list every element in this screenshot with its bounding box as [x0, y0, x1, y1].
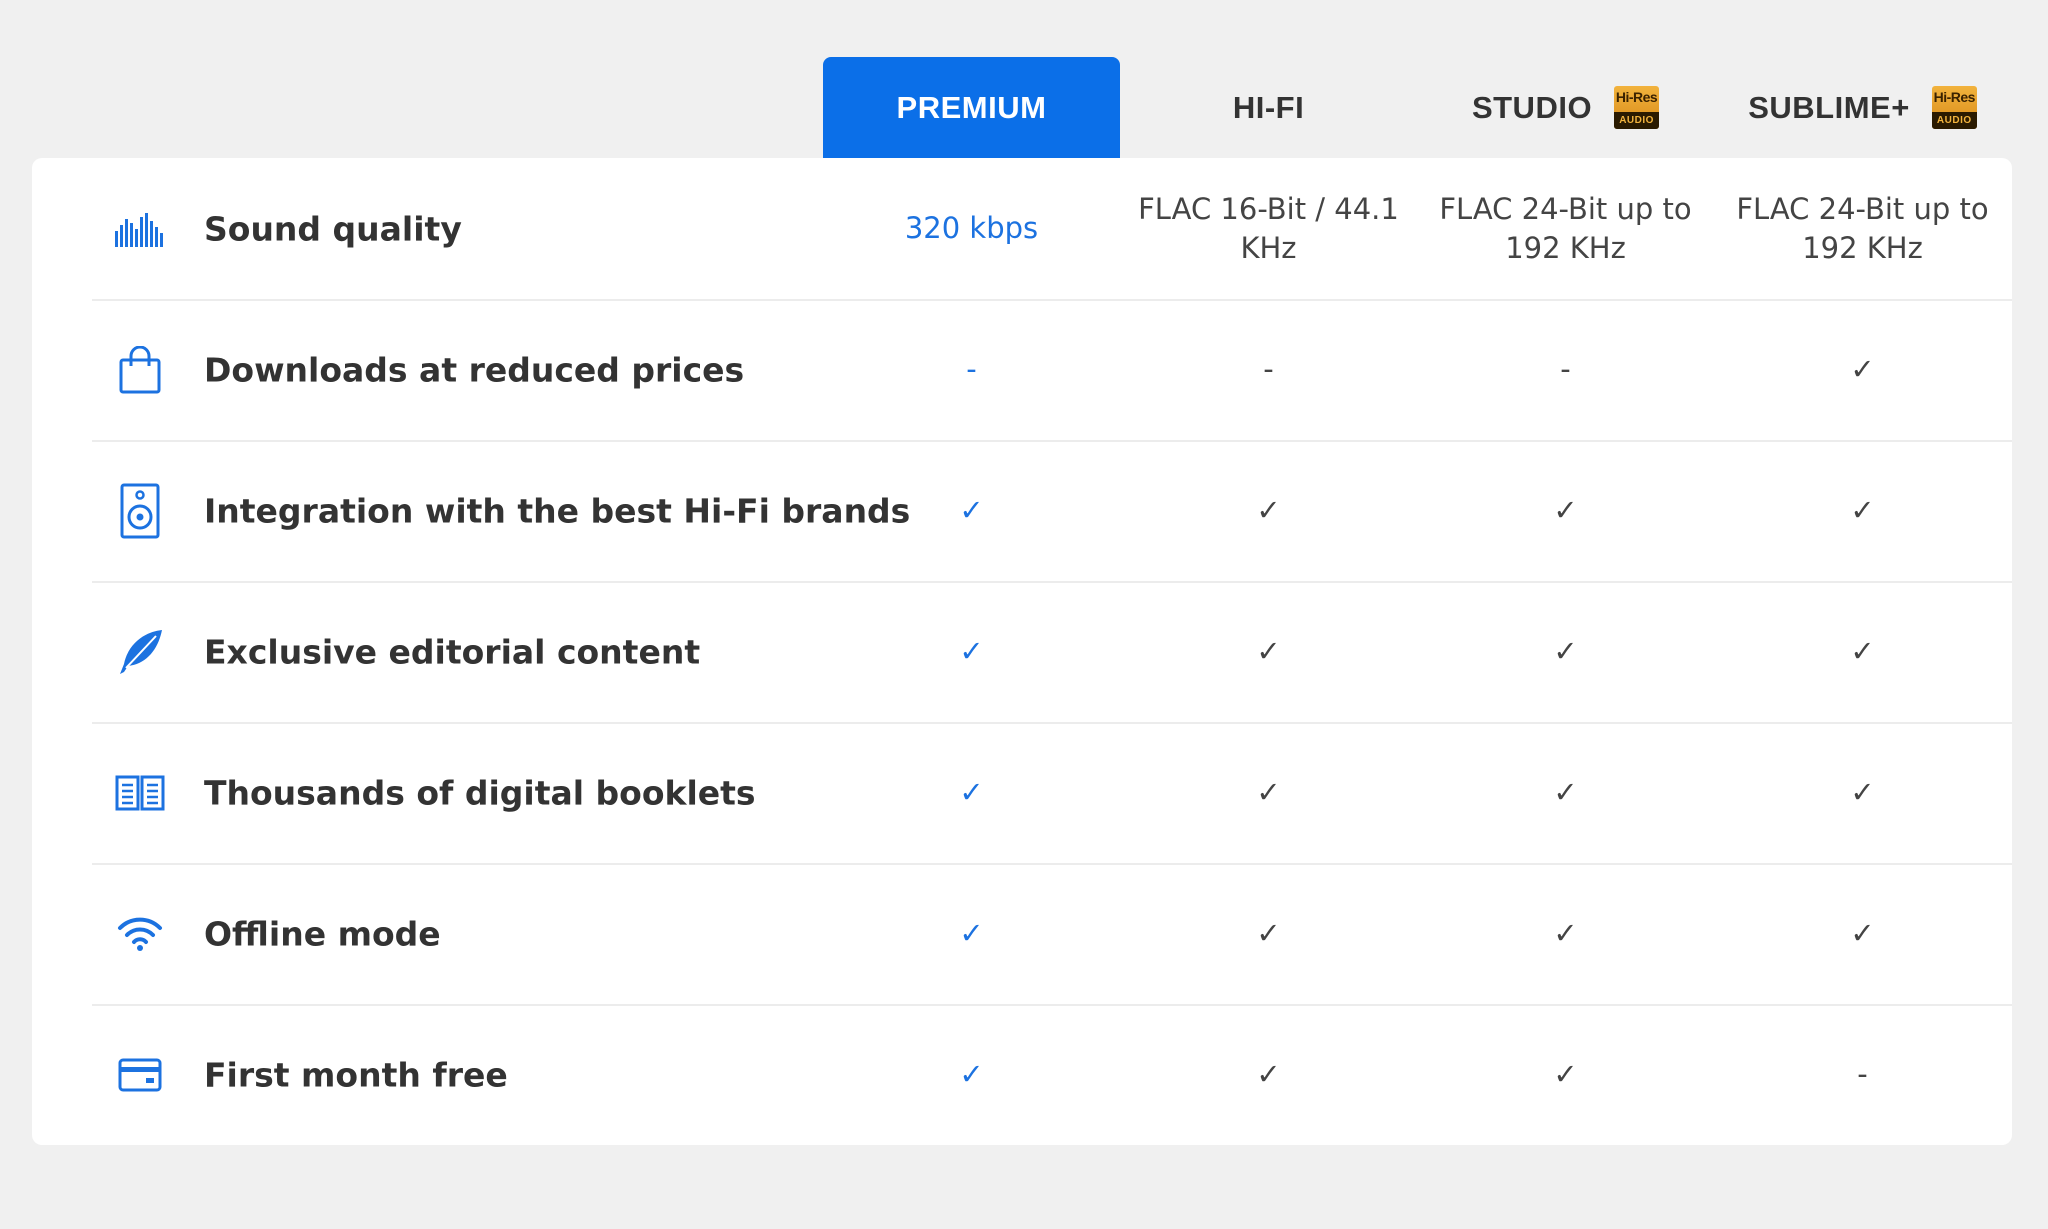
plan-name: SUBLIME+	[1748, 89, 1910, 125]
feature-row-first-month: First month free ✓ ✓ ✓ -	[92, 1004, 2012, 1145]
hifi-value: ✓	[1256, 634, 1281, 668]
book-icon	[114, 767, 166, 819]
feature-row-downloads: Downloads at reduced prices - - - ✓	[92, 299, 2012, 442]
feature-row-sound-quality: Sound quality 320 kbps FLAC 16-Bit / 44.…	[92, 158, 2012, 301]
shopping-bag-icon	[114, 344, 166, 396]
premium-value: 320 kbps	[904, 211, 1039, 245]
speaker-icon	[114, 483, 166, 538]
sublime-value: ✓	[1850, 916, 1875, 950]
feather-icon	[114, 626, 166, 678]
plan-name: PREMIUM	[896, 89, 1047, 125]
hires-audio-icon: Hi-Res AUDIO	[1931, 86, 1977, 129]
sublime-value: ✓	[1850, 493, 1875, 527]
studio-value: ✓	[1553, 775, 1578, 809]
studio-value: ✓	[1553, 634, 1578, 668]
hifi-value: ✓	[1256, 916, 1281, 950]
plan-header-premium[interactable]: PREMIUM	[823, 57, 1120, 172]
plan-header-studio[interactable]: STUDIO Hi-Res AUDIO	[1417, 57, 1714, 158]
hifi-value: FLAC 16-Bit / 44.1 KHz	[1138, 191, 1399, 265]
sublime-value: -	[1857, 1057, 1868, 1091]
feature-label: Offline mode	[204, 914, 441, 953]
premium-value: -	[966, 352, 977, 386]
studio-value: -	[1560, 352, 1571, 386]
feature-row-integration: Integration with the best Hi-Fi brands ✓…	[92, 440, 2012, 583]
plan-name: HI-FI	[1232, 89, 1305, 125]
hifi-value: ✓	[1256, 493, 1281, 527]
feature-label: Downloads at reduced prices	[204, 350, 745, 389]
feature-label: Thousands of digital booklets	[204, 773, 756, 812]
equalizer-icon	[114, 203, 166, 255]
sublime-value: ✓	[1850, 352, 1875, 386]
hifi-value: -	[1263, 352, 1274, 386]
wifi-icon	[114, 908, 166, 960]
feature-label: Exclusive editorial content	[204, 632, 701, 671]
studio-value: ✓	[1553, 1057, 1578, 1091]
studio-value: ✓	[1553, 493, 1578, 527]
premium-value: ✓	[959, 634, 984, 668]
premium-value: ✓	[959, 775, 984, 809]
premium-value: ✓	[959, 916, 984, 950]
sublime-value: ✓	[1850, 775, 1875, 809]
feature-label: Sound quality	[204, 209, 462, 248]
feature-row-booklets: Thousands of digital booklets ✓ ✓ ✓ ✓	[92, 722, 2012, 865]
studio-value: FLAC 24-Bit up to 192 KHz	[1439, 191, 1692, 265]
hires-audio-icon: Hi-Res AUDIO	[1614, 86, 1660, 129]
feature-row-offline: Offline mode ✓ ✓ ✓ ✓	[92, 863, 2012, 1006]
plan-name: STUDIO	[1471, 89, 1593, 125]
plan-header-sublime[interactable]: SUBLIME+ Hi-Res AUDIO	[1714, 57, 2011, 158]
plan-header-hifi[interactable]: HI-FI	[1120, 57, 1417, 158]
premium-value: ✓	[959, 493, 984, 527]
sublime-value: ✓	[1850, 634, 1875, 668]
feature-row-editorial: Exclusive editorial content ✓ ✓ ✓ ✓	[92, 581, 2012, 724]
sublime-value: FLAC 24-Bit up to 192 KHz	[1736, 191, 1989, 265]
feature-label: Integration with the best Hi-Fi brands	[204, 491, 911, 530]
premium-value: ✓	[959, 1057, 984, 1091]
credit-card-icon	[114, 1049, 166, 1101]
feature-label: First month free	[204, 1055, 508, 1094]
hifi-value: ✓	[1256, 775, 1281, 809]
studio-value: ✓	[1553, 916, 1578, 950]
hifi-value: ✓	[1256, 1057, 1281, 1091]
